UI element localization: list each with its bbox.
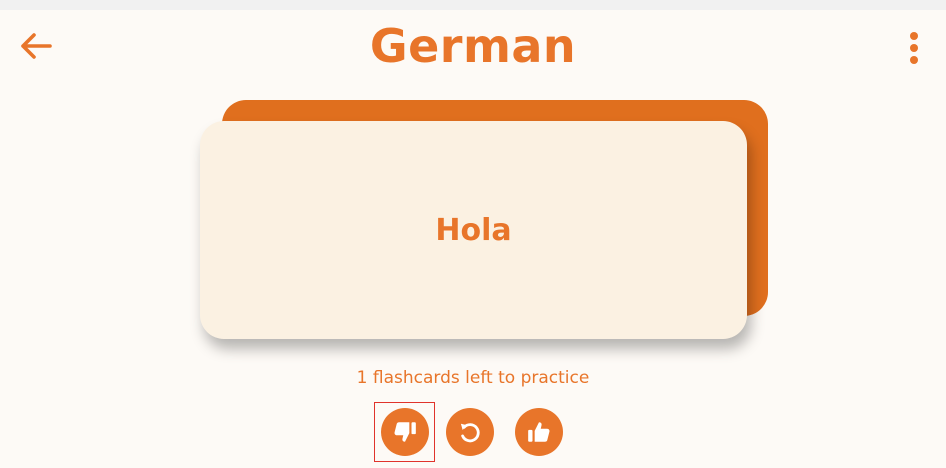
- dislike-button[interactable]: [381, 408, 429, 456]
- repeat-button[interactable]: [446, 408, 494, 456]
- remaining-count-text: 1 flashcards left to practice: [356, 368, 590, 388]
- thumbs-up-icon: [528, 422, 550, 442]
- page-title: German: [369, 19, 577, 73]
- thumbs-down-icon: [394, 422, 416, 442]
- top-strip: [0, 0, 946, 10]
- like-button[interactable]: [515, 408, 563, 456]
- rotate-ccw-icon: [460, 423, 480, 443]
- flashcard[interactable]: Hola: [200, 121, 747, 339]
- flashcard-word: Hola: [435, 212, 512, 248]
- more-vertical-icon: [910, 32, 918, 64]
- action-bar: [374, 402, 574, 464]
- more-options-button[interactable]: [902, 28, 926, 68]
